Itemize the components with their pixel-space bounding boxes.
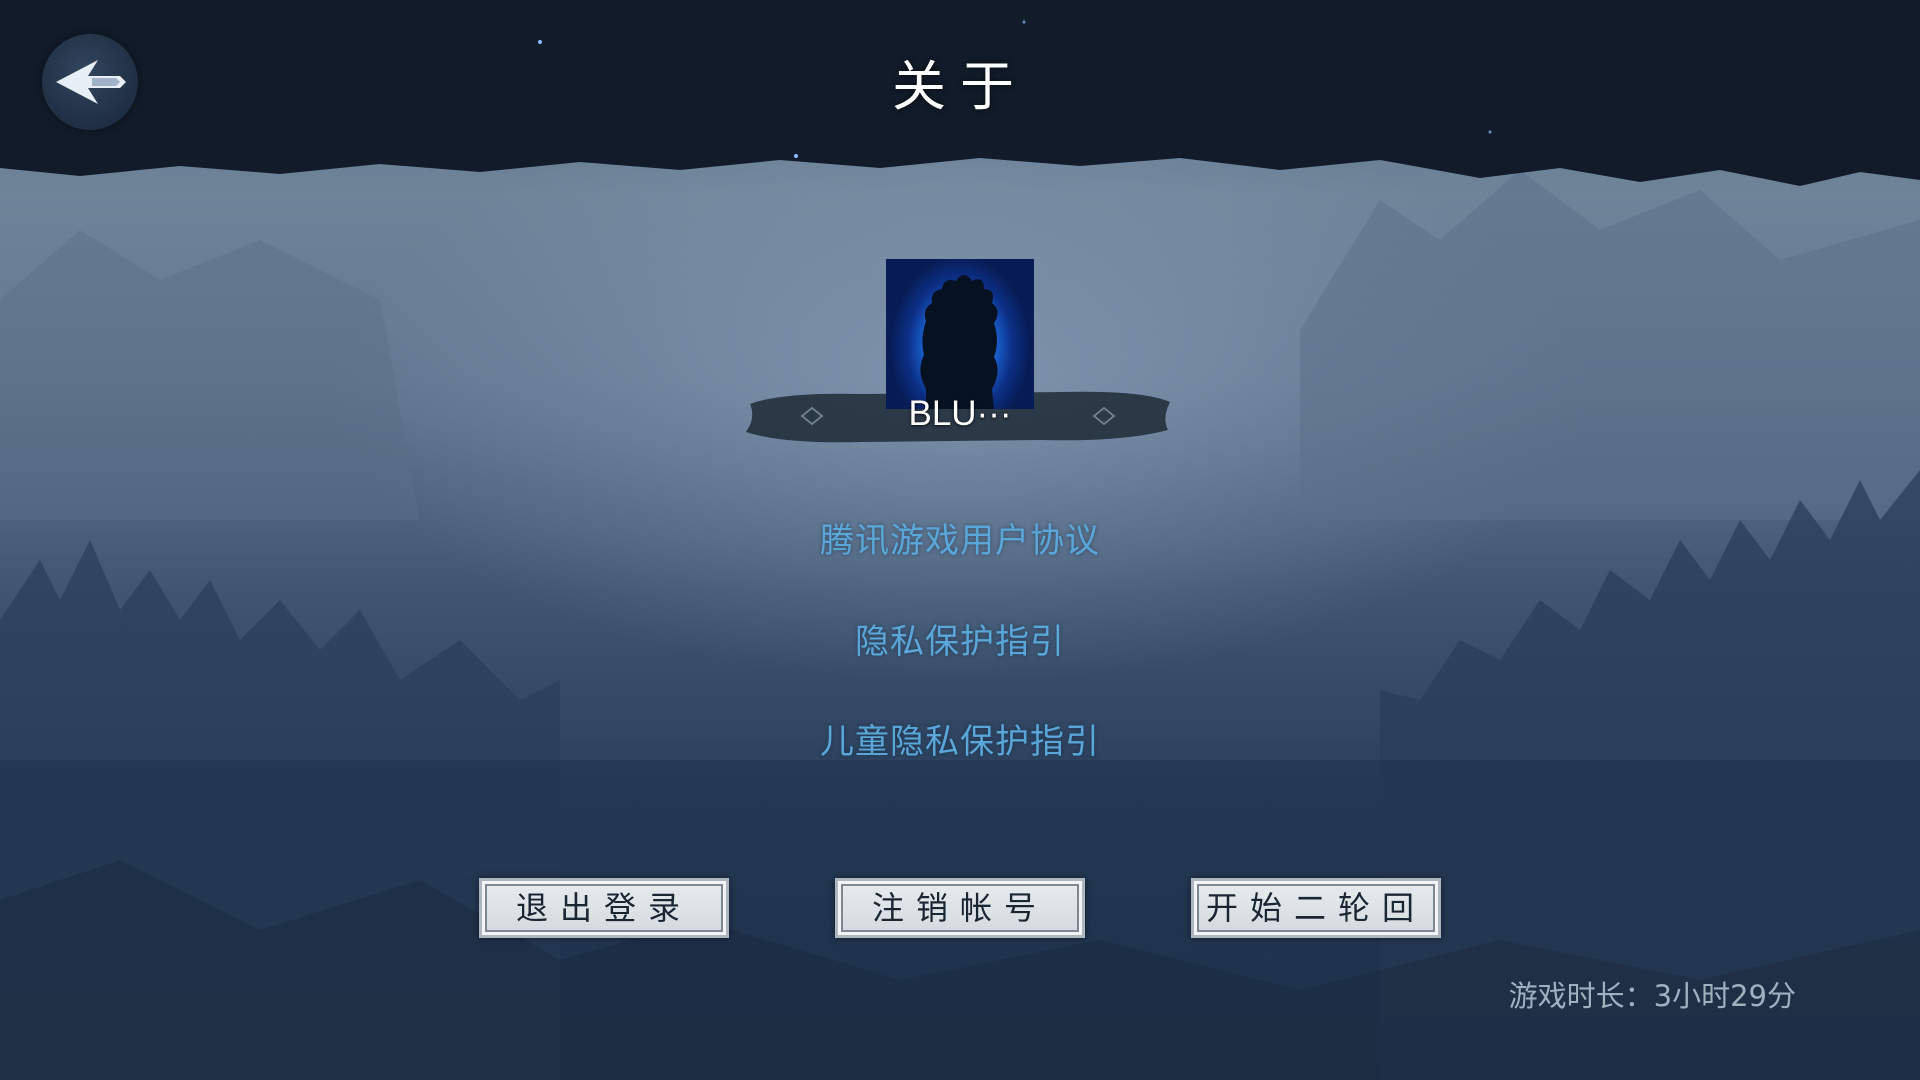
playtime-label: 游戏时长：3小时29分 <box>1508 979 1796 1013</box>
privacy-guide-link[interactable]: 隐私保护指引 <box>660 614 1260 663</box>
user-agreement-link[interactable]: 腾讯游戏用户协议 <box>660 513 1260 562</box>
about-screen: 关于 BLU··· 腾讯游戏用户协议 隐私保护指引 儿童隐私保护指引 退出登录 … <box>0 0 1920 1080</box>
player-silhouette-icon <box>920 275 998 409</box>
cancel-account-button[interactable]: 注销帐号 <box>835 878 1085 938</box>
child-privacy-guide-link[interactable]: 儿童隐私保护指引 <box>660 714 1260 763</box>
avatar[interactable] <box>886 259 1034 409</box>
logout-button[interactable]: 退出登录 <box>479 878 729 938</box>
page-title: 关于 <box>892 55 1028 118</box>
start-new-cycle-button[interactable]: 开始二轮回 <box>1191 878 1441 938</box>
player-name: BLU··· <box>908 394 1012 433</box>
